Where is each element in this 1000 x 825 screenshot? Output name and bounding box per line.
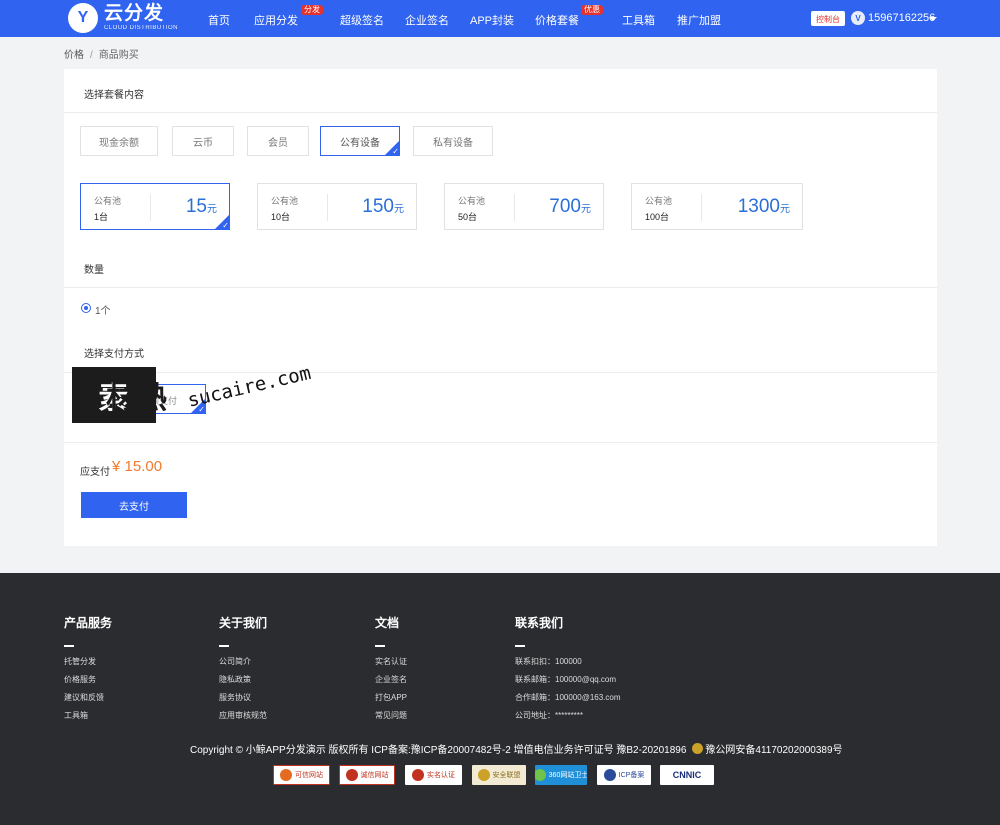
nav-app-wrap[interactable]: APP封装 bbox=[470, 12, 514, 28]
nav-pricing[interactable]: 价格套餐 bbox=[535, 12, 579, 28]
package-card[interactable]: 公有池 100台 1300元 bbox=[631, 183, 803, 230]
footer-link[interactable]: 企业签名 bbox=[375, 674, 407, 692]
trust-badge[interactable]: 360网站卫士 bbox=[535, 765, 587, 785]
nav-enterprise-sign[interactable]: 企业签名 bbox=[405, 12, 449, 28]
breadcrumb-root[interactable]: 价格 bbox=[64, 50, 84, 61]
trust-badge[interactable]: 实名认证 bbox=[405, 765, 462, 785]
nav-super-sign[interactable]: 超级签名 bbox=[340, 12, 384, 28]
quantity-radio[interactable] bbox=[81, 303, 91, 313]
footer-col-products: 产品服务 托管分发 价格服务 建议和反馈 工具箱 bbox=[64, 614, 112, 728]
check-corner-icon bbox=[214, 214, 230, 230]
trust-badge[interactable]: 安全联盟 bbox=[472, 765, 526, 785]
nav-promotion[interactable]: 推广加盟 bbox=[677, 12, 721, 28]
footer-col-docs: 文档 实名认证 企业签名 打包APP 常见问题 bbox=[375, 614, 407, 728]
footer-link[interactable]: 应用审核规范 bbox=[219, 710, 267, 728]
trust-badge[interactable]: CNNIC bbox=[660, 765, 714, 785]
category-private-device[interactable]: 私有设备 bbox=[413, 126, 493, 156]
package-card[interactable]: 公有池 10台 150元 bbox=[257, 183, 417, 230]
footer-link[interactable]: 服务协议 bbox=[219, 692, 267, 710]
nav-badge-distribution: 分发 bbox=[301, 5, 323, 15]
footer-contact: 联系邮箱：100000@qq.com bbox=[515, 675, 617, 684]
nav-badge-discount: 优惠 bbox=[581, 5, 603, 15]
footer-link[interactable]: 常见问题 bbox=[375, 710, 407, 728]
category-cash-balance[interactable]: 现金余额 bbox=[80, 126, 158, 156]
trust-badge[interactable]: 诚信网站 bbox=[339, 765, 395, 785]
due-label: 应支付 bbox=[80, 467, 110, 478]
category-public-device[interactable]: 公有设备 bbox=[320, 126, 400, 156]
credit-icon bbox=[345, 769, 358, 781]
due-amount: ¥ 15.00 bbox=[112, 458, 163, 475]
footer-col-about: 关于我们 公司简介 隐私政策 服务协议 应用审核规范 bbox=[219, 614, 267, 728]
footer-link[interactable]: 公司简介 bbox=[219, 656, 267, 674]
verified-icon bbox=[412, 769, 424, 781]
footer: 产品服务 托管分发 价格服务 建议和反馈 工具箱 关于我们 公司简介 隐私政策 … bbox=[0, 573, 1000, 825]
shield-icon bbox=[535, 769, 546, 781]
logo-icon: Y bbox=[68, 3, 98, 33]
user-account[interactable]: 15967162256 bbox=[868, 12, 935, 24]
section-title-quantity: 数量 bbox=[84, 265, 104, 276]
trust-badge[interactable]: ICP备案 bbox=[597, 765, 651, 785]
category-member[interactable]: 会员 bbox=[247, 126, 309, 156]
footer-contact: 公司地址：********* bbox=[515, 711, 584, 720]
trust-badge[interactable]: 可信网站 bbox=[273, 765, 330, 785]
footer-link[interactable]: 实名认证 bbox=[375, 656, 407, 674]
footer-link[interactable]: 托管分发 bbox=[64, 656, 112, 674]
footer-col-contact: 联系我们 联系扣扣：100000 联系邮箱：100000@qq.com 合作邮箱… bbox=[515, 614, 621, 728]
shield-icon bbox=[477, 769, 490, 781]
breadcrumb: 价格 / 商品购买 bbox=[64, 50, 139, 61]
footer-link[interactable]: 价格服务 bbox=[64, 674, 112, 692]
top-nav: Y 云分发 CLOUD DISTRIBUTION 首页 应用分发 分发 超级签名… bbox=[0, 0, 1000, 37]
quantity-label: 1个 bbox=[95, 306, 111, 317]
logo[interactable]: Y 云分发 CLOUD DISTRIBUTION bbox=[68, 3, 178, 33]
package-card[interactable]: 公有池 1台 15元 bbox=[80, 183, 230, 230]
footer-link[interactable]: 建议和反馈 bbox=[64, 692, 112, 710]
nav-home[interactable]: 首页 bbox=[208, 12, 230, 28]
footer-contact: 联系扣扣：100000 bbox=[515, 657, 582, 666]
record-icon bbox=[603, 769, 616, 781]
nav-toolbox[interactable]: 工具箱 bbox=[622, 12, 655, 28]
copyright: Copyright © 小鲸APP分发演示 版权所有 ICP备案:豫ICP备20… bbox=[190, 743, 843, 756]
breadcrumb-current: 商品购买 bbox=[98, 50, 139, 61]
logo-subtitle: CLOUD DISTRIBUTION bbox=[104, 25, 179, 31]
section-title-package: 选择套餐内容 bbox=[84, 90, 144, 101]
police-record[interactable]: 豫公网安备41170202000389号 bbox=[705, 745, 842, 756]
trust-icon bbox=[280, 769, 292, 781]
section-title-payment: 选择支付方式 bbox=[84, 349, 144, 360]
footer-link[interactable]: 隐私政策 bbox=[219, 674, 267, 692]
police-badge-icon bbox=[692, 743, 704, 754]
pay-button[interactable]: 去支付 bbox=[81, 492, 187, 518]
nav-app-distribution[interactable]: 应用分发 bbox=[254, 12, 298, 28]
chevron-down-icon[interactable] bbox=[929, 17, 937, 21]
category-cloud-coin[interactable]: 云币 bbox=[172, 126, 234, 156]
watermark-text: 材熱 bbox=[106, 382, 168, 415]
footer-contact: 合作邮箱：100000@163.com bbox=[515, 693, 621, 702]
package-card[interactable]: 公有池 50台 700元 bbox=[444, 183, 604, 230]
avatar[interactable]: V bbox=[851, 11, 865, 25]
footer-link[interactable]: 工具箱 bbox=[64, 710, 112, 728]
check-corner-icon bbox=[384, 140, 400, 156]
console-button[interactable]: 控制台 bbox=[811, 11, 845, 26]
purchase-card: 选择套餐内容 现金余额 云币 会员 公有设备 私有设备 公有池 1台 15元 公… bbox=[64, 69, 937, 546]
logo-title: 云分发 bbox=[104, 3, 165, 24]
footer-link[interactable]: 打包APP bbox=[375, 692, 407, 710]
